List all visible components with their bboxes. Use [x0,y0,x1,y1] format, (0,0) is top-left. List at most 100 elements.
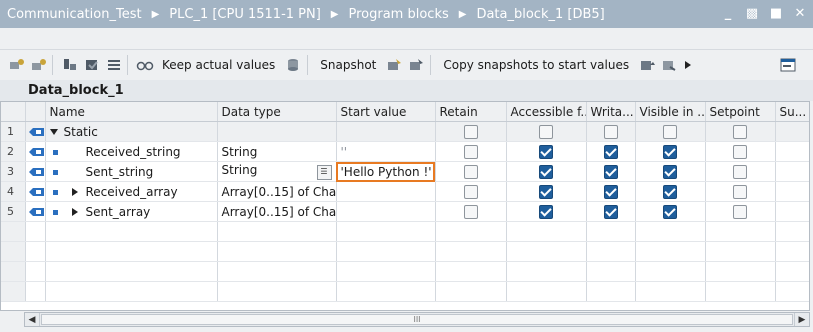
writable-checkbox[interactable] [603,204,618,219]
expand-arrow-icon[interactable] [71,208,78,216]
setpoint-checkbox[interactable] [733,204,747,219]
row-start-cell[interactable] [336,201,436,222]
row-type-cell[interactable]: Array[0..15] of Char [217,181,337,202]
writable-cell[interactable] [586,161,636,182]
breadcrumb-program-blocks[interactable]: Program blocks [349,7,449,22]
retain-checkbox[interactable] [463,144,478,159]
supervision-cell[interactable] [775,121,809,142]
expand-arrow-icon[interactable] [71,188,78,196]
more-arrow-icon[interactable] [683,56,693,74]
visible-cell[interactable] [635,201,706,222]
copy-snapshots-button[interactable]: Copy snapshots to start values [443,58,629,72]
scroll-left-icon[interactable]: ◀ [25,313,40,326]
header-retain[interactable]: Retain [435,102,507,122]
writable-cell[interactable] [586,201,636,222]
snapshot-button[interactable]: Snapshot [320,58,376,72]
monitor-glasses-icon[interactable] [136,56,154,74]
visible-cell[interactable] [635,161,706,182]
header-visible[interactable]: Visible in ... [635,102,706,122]
header-accessible[interactable]: Accessible f... [506,102,587,122]
row-type-cell[interactable]: Array[0..15] of Char [217,201,337,222]
supervision-cell[interactable] [775,161,809,182]
row-name-cell[interactable]: Static [45,121,218,142]
row-type-cell[interactable] [217,121,337,142]
visible-checkbox[interactable] [663,164,677,179]
insert-row-icon[interactable] [8,56,26,74]
horizontal-scrollbar[interactable]: ◀ III ▶ [24,312,810,327]
edit-value-icon[interactable]: ☰ [316,165,332,180]
table-row[interactable]: 4 Received_array Array[0..15] of Char [1,181,809,202]
setpoint-cell[interactable] [705,201,776,222]
writable-checkbox[interactable] [603,184,618,199]
accessible-checkbox[interactable] [539,164,553,179]
setpoint-cell[interactable] [705,121,776,142]
expand-all-icon[interactable] [61,56,79,74]
retain-checkbox[interactable] [463,164,478,179]
row-type-cell[interactable]: String ☰ [217,161,337,182]
retain-cell[interactable] [435,201,507,222]
row-type-cell[interactable]: String [217,141,337,162]
keep-actual-values-button[interactable]: Keep actual values [162,58,275,72]
setpoint-checkbox[interactable] [733,144,747,159]
accessible-checkbox[interactable] [539,204,553,219]
float-window-icon[interactable]: ▩ [745,5,759,21]
row-start-cell[interactable] [336,181,436,202]
collapse-all-icon[interactable] [83,56,101,74]
scroll-right-icon[interactable]: ▶ [794,313,809,326]
accessible-checkbox[interactable] [539,144,553,159]
writable-cell[interactable] [586,121,636,142]
header-start-value[interactable]: Start value [336,102,436,122]
setpoint-cell[interactable] [705,141,776,162]
visible-cell[interactable] [635,181,706,202]
breadcrumb-data-block[interactable]: Data_block_1 [DB5] [476,7,604,22]
writable-checkbox[interactable] [603,144,618,159]
supervision-cell[interactable] [775,201,809,222]
row-name-cell[interactable]: Received_string [45,141,218,162]
accessible-cell[interactable] [506,181,587,202]
header-supervision[interactable]: Su... [775,102,809,122]
supervision-cell[interactable] [775,141,809,162]
breadcrumb-plc[interactable]: PLC_1 [CPU 1511-1 PN] [169,7,321,22]
row-start-cell[interactable]: '' [336,141,436,162]
visible-checkbox[interactable] [663,144,677,159]
retain-checkbox[interactable] [463,124,478,139]
visible-cell[interactable] [635,121,706,142]
writable-checkbox[interactable] [603,124,618,139]
add-row-icon[interactable] [30,56,48,74]
visible-checkbox[interactable] [663,184,677,199]
collapse-arrow-icon[interactable] [49,129,58,135]
setpoint-cell[interactable] [705,181,776,202]
database-icon[interactable] [285,56,303,74]
visible-checkbox[interactable] [663,124,677,139]
minimize-icon[interactable]: _ [721,5,735,21]
header-writable[interactable]: Writa... [586,102,636,122]
scroll-thumb[interactable]: III [41,314,793,325]
retain-cell[interactable] [435,161,507,182]
accessible-checkbox[interactable] [539,184,553,199]
header-name[interactable]: Name [45,102,218,122]
load-start-values-icon[interactable] [639,56,657,74]
setpoint-checkbox[interactable] [733,164,747,179]
close-icon[interactable]: ✕ [793,5,807,21]
setpoint-checkbox[interactable] [733,184,747,199]
start-value-input[interactable]: 'Hello Python !' [336,161,436,182]
row-name-cell[interactable]: Sent_string [45,161,218,182]
writable-checkbox[interactable] [603,164,618,179]
header-setpoint[interactable]: Setpoint [705,102,776,122]
maximize-icon[interactable]: ■ [769,5,783,21]
visible-cell[interactable] [635,141,706,162]
reset-start-values-icon[interactable] [661,56,679,74]
accessible-cell[interactable] [506,161,587,182]
header-data-type[interactable]: Data type [217,102,337,122]
table-row[interactable]: 1 Static [1,121,809,142]
breadcrumb-project[interactable]: Communication_Test [7,7,142,22]
retain-checkbox[interactable] [463,184,478,199]
writable-cell[interactable] [586,181,636,202]
accessible-cell[interactable] [506,141,587,162]
accessible-cell[interactable] [506,201,587,222]
retain-checkbox[interactable] [463,204,478,219]
accessible-cell[interactable] [506,121,587,142]
row-start-cell[interactable] [336,121,436,142]
row-name-cell[interactable]: Sent_array [45,201,218,222]
snapshot-load-icon[interactable] [386,56,404,74]
